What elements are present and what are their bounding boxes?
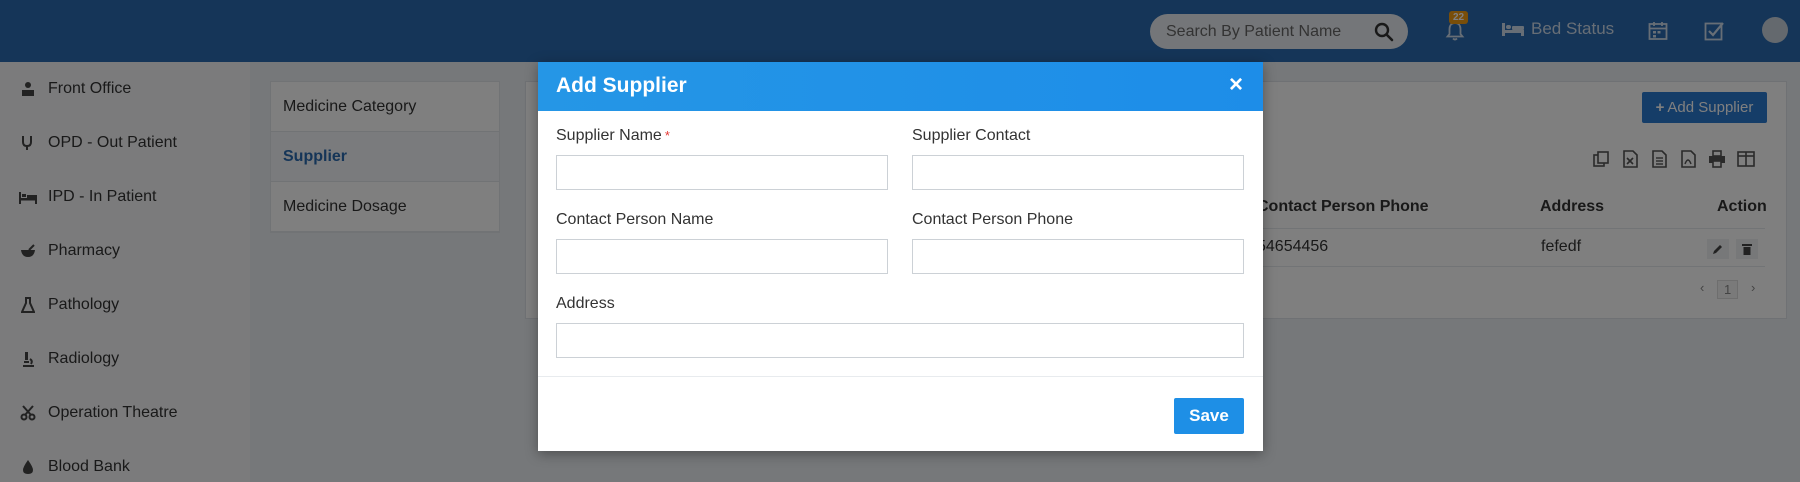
modal-footer-divider <box>538 376 1263 377</box>
address-input[interactable] <box>556 323 1244 358</box>
contact-person-name-label: Contact Person Name <box>556 211 714 228</box>
contact-person-name-input[interactable] <box>556 239 888 274</box>
modal-header: Add Supplier × <box>538 62 1263 111</box>
supplier-contact-input[interactable] <box>912 155 1244 190</box>
address-label: Address <box>556 295 615 312</box>
supplier-name-label: Supplier Name * <box>556 127 670 145</box>
close-icon[interactable]: × <box>1225 73 1247 97</box>
supplier-name-input[interactable] <box>556 155 888 190</box>
contact-person-phone-input[interactable] <box>912 239 1244 274</box>
required-marker: * <box>664 128 670 143</box>
save-button[interactable]: Save <box>1174 398 1244 434</box>
supplier-contact-label: Supplier Contact <box>912 127 1031 144</box>
supplier-name-label-text: Supplier Name <box>556 127 662 144</box>
add-supplier-modal: Add Supplier × Supplier Name * Supplier C… <box>538 62 1263 451</box>
contact-person-phone-label: Contact Person Phone <box>912 211 1073 228</box>
modal-title: Add Supplier <box>556 74 687 97</box>
